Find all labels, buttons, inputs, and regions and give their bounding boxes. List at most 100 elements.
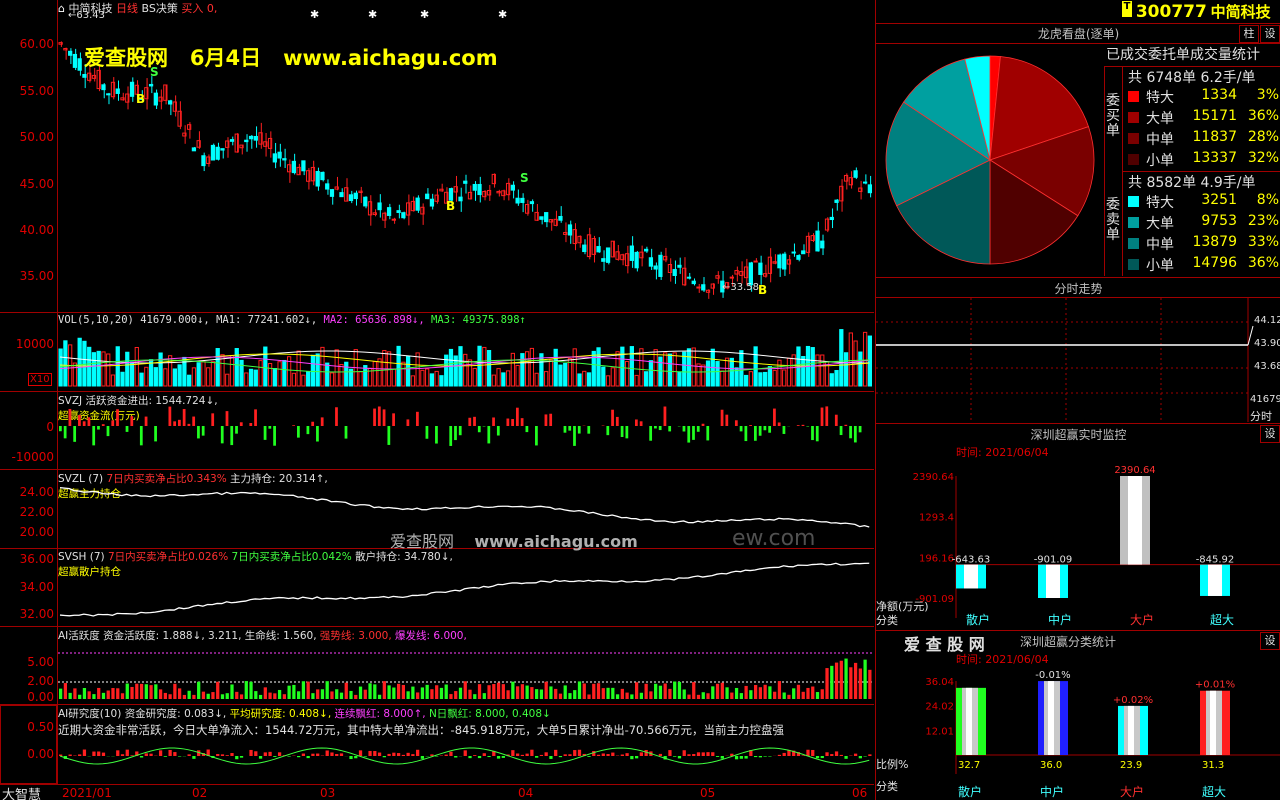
candle-body xyxy=(686,276,692,279)
column-button[interactable]: 柱 xyxy=(1239,25,1259,43)
volume-bar xyxy=(91,352,97,387)
activity-bar xyxy=(349,690,353,699)
activity-bar xyxy=(473,694,477,699)
volume-bar xyxy=(505,370,511,387)
activity-bar xyxy=(654,683,658,699)
candle-body xyxy=(77,58,82,71)
activity-bar xyxy=(178,688,182,699)
classify-bar-highlight xyxy=(1048,681,1054,755)
volume-bar xyxy=(848,332,853,387)
research-bar xyxy=(720,756,724,759)
category-label: 中户 xyxy=(1048,612,1072,627)
settings-button[interactable]: 设 xyxy=(1260,25,1280,43)
fund-flow-bar xyxy=(511,419,514,426)
volume-bar xyxy=(591,350,596,387)
research-bar xyxy=(316,753,320,756)
volume-bar xyxy=(563,362,568,387)
classify-chart[interactable]: 36.04 24.02 12.01 32.7 散户 -0.01% 36.0 中户 +0.02% 2… xyxy=(876,664,1280,800)
order-pie-chart[interactable] xyxy=(876,44,1104,276)
candle-body xyxy=(72,53,78,68)
legend-swatch xyxy=(1128,112,1139,123)
volume-ma-line xyxy=(59,353,870,367)
retail-holding-chart[interactable] xyxy=(58,549,874,626)
activity-bar xyxy=(801,691,805,699)
research-bar xyxy=(568,754,572,756)
buy-side-label: 委买单 xyxy=(1106,93,1120,139)
kline-panel[interactable]: ⌂ 中简科技 日线 BS决策 买入 0, 60.00 55.00 50.00 4… xyxy=(0,0,874,800)
fund-flow-bar xyxy=(844,424,848,426)
activity-bar xyxy=(411,686,415,699)
volume-bar xyxy=(144,366,149,387)
volume-bar xyxy=(548,359,554,387)
candle-body xyxy=(796,255,801,260)
candle-body xyxy=(120,97,125,101)
order-percent: 36% xyxy=(1247,108,1279,124)
activity-bar xyxy=(97,687,101,699)
monitor-settings-button[interactable]: 设 xyxy=(1260,425,1280,443)
realtime-monitor-chart[interactable]: 2390.641293.4196.16-901.09-643.63散户-901.… xyxy=(876,458,1280,630)
activity-bar xyxy=(273,693,277,699)
order-label: 中单 xyxy=(1146,237,1174,253)
activity-bar xyxy=(301,681,306,699)
y-label: 比例% xyxy=(876,757,908,771)
fund-flow-bar xyxy=(101,424,105,426)
research-bar xyxy=(834,751,839,756)
activity-bar xyxy=(692,682,696,699)
volume-bar xyxy=(477,345,482,387)
intraday-chart[interactable] xyxy=(876,298,1280,422)
research-bar xyxy=(287,756,291,757)
activity-bar xyxy=(782,692,786,699)
candle-body xyxy=(743,266,749,279)
volume-bar xyxy=(829,373,834,387)
research-bar xyxy=(149,753,153,756)
activity-bar xyxy=(744,685,748,699)
candle-body xyxy=(206,156,211,164)
research-bar xyxy=(277,752,282,756)
volume-bar xyxy=(220,354,225,387)
research-bar xyxy=(301,753,306,756)
volume-bar xyxy=(196,362,201,387)
volume-bar xyxy=(715,361,720,387)
fund-flow-bar xyxy=(858,426,862,433)
watermark-banner: 爱查股网 6月4日 www.aichagu.com xyxy=(84,46,498,70)
activity-bar xyxy=(449,694,453,699)
classify-settings-button[interactable]: 设 xyxy=(1260,632,1280,650)
research-bar xyxy=(634,756,639,759)
candle-body xyxy=(239,144,244,149)
activity-bar xyxy=(753,684,758,699)
axis-tick: 2390.64 xyxy=(913,472,954,483)
fund-flow-bar xyxy=(834,414,838,426)
x-label: 分类 xyxy=(876,779,898,793)
ai-research-chart[interactable] xyxy=(58,736,874,784)
fund-flow-chart[interactable] xyxy=(58,392,874,469)
ai-activity-chart[interactable] xyxy=(58,627,874,704)
candle-body xyxy=(810,235,815,241)
activity-bar xyxy=(630,694,634,699)
activity-bar xyxy=(711,686,715,699)
activity-bar xyxy=(230,684,234,699)
research-bar xyxy=(853,753,858,756)
volume-bar xyxy=(310,354,316,387)
research-bar xyxy=(696,752,701,756)
brand-label: 大智慧 xyxy=(2,788,42,800)
activity-bar xyxy=(116,688,120,699)
candle-body xyxy=(339,192,344,198)
fund-flow-bar xyxy=(316,426,319,442)
research-bar xyxy=(815,756,820,759)
fund-flow-bar xyxy=(563,426,567,433)
candle-body xyxy=(172,101,178,112)
candle-body xyxy=(229,139,235,142)
volume-bar xyxy=(439,375,444,387)
activity-bar xyxy=(382,681,386,699)
candle-body xyxy=(453,186,458,193)
order-row: 大单 9753 23% xyxy=(1126,213,1280,233)
activity-bar xyxy=(839,660,843,699)
activity-bar xyxy=(87,691,91,699)
candle-body xyxy=(853,170,858,178)
volume-chart[interactable] xyxy=(58,313,874,391)
fund-flow-bar xyxy=(449,426,453,446)
intraday-title: 分时走势 xyxy=(1054,282,1103,296)
candle-body xyxy=(277,151,282,159)
candle-body xyxy=(272,153,277,163)
volume-bar xyxy=(558,364,563,387)
